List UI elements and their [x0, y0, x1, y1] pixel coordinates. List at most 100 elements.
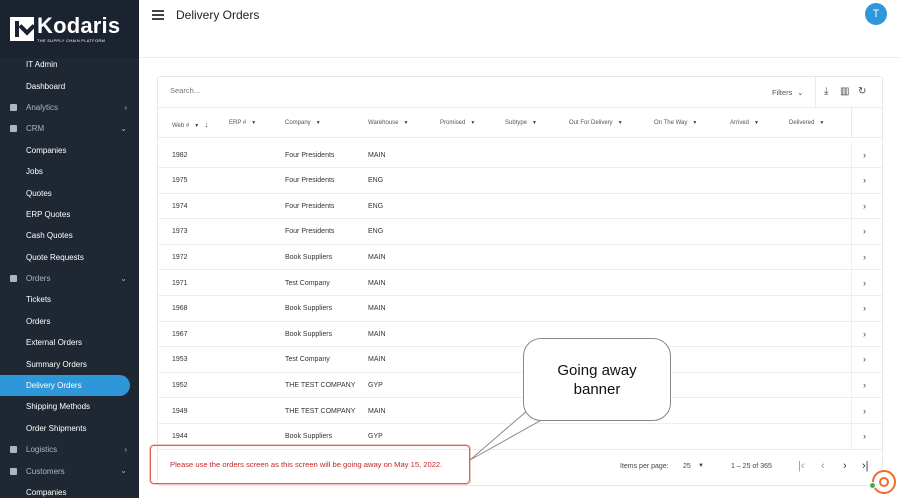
sidebar-item-orders[interactable]: Orders: [0, 311, 139, 332]
chevron-right-icon[interactable]: ›: [863, 329, 866, 339]
going-away-banner: Please use the orders screen as this scr…: [150, 445, 470, 484]
cell-company: Book Suppliers: [285, 305, 333, 313]
table-row[interactable]: 1952 THE TEST COMPANY GYP ›: [158, 372, 882, 399]
sidebar-nav: IT Admin Dashboard Analytics › CRM ⌄ Companies…: [0, 54, 139, 498]
column-header-label: Delivered: [789, 120, 815, 126]
table-row[interactable]: 1968 Book Suppliers MAIN ›: [158, 296, 882, 322]
cell-warehouse: MAIN: [368, 330, 386, 338]
cell-web: 1968: [172, 305, 188, 313]
table-row[interactable]: 1982 Four Presidents MAIN ›: [158, 142, 882, 169]
table-row[interactable]: 1974 Four Presidents ENG ›: [158, 193, 882, 220]
column-header-warehouse[interactable]: Warehouse ▼: [368, 120, 408, 126]
row-divider: [851, 168, 852, 193]
cell-company: Book Suppliers: [285, 433, 333, 441]
next-page-icon[interactable]: ›: [843, 460, 847, 472]
chevron-right-icon[interactable]: ›: [863, 252, 866, 262]
page-title: Delivery Orders: [176, 8, 260, 22]
download-icon[interactable]: ⤓: [824, 86, 828, 97]
sidebar-item-customers[interactable]: Customers ⌄: [0, 460, 139, 481]
chevron-right-icon[interactable]: ›: [863, 406, 866, 416]
caret-down-icon[interactable]: ▼: [251, 120, 256, 126]
previous-page-icon[interactable]: ‹: [821, 460, 825, 472]
last-page-icon[interactable]: ›|: [862, 460, 869, 472]
sidebar-item-jobs[interactable]: Jobs: [0, 161, 139, 182]
caret-down-icon[interactable]: ▼: [698, 463, 704, 469]
chevron-right-icon[interactable]: ›: [863, 175, 866, 185]
sidebar-item-orders[interactable]: Orders ⌄: [0, 268, 139, 289]
caret-down-icon[interactable]: ▼: [692, 120, 697, 126]
column-header-company[interactable]: Company ▼: [285, 120, 321, 126]
sidebar-item-label: CRM: [26, 124, 45, 134]
column-header-delivered[interactable]: Delivered ▼: [789, 120, 824, 126]
table-row[interactable]: 1967 Book Suppliers MAIN ›: [158, 321, 882, 348]
sort-arrow-icon[interactable]: ↓: [204, 120, 208, 129]
sidebar-item-dashboard[interactable]: Dashboard: [0, 75, 139, 96]
sidebar-item-label: Logistics: [26, 445, 58, 455]
caret-down-icon[interactable]: ▼: [618, 120, 623, 126]
columns-icon[interactable]: ▥: [840, 86, 849, 97]
refresh-icon[interactable]: ↻: [858, 86, 866, 97]
caret-down-icon[interactable]: ▼: [194, 123, 199, 129]
caret-down-icon[interactable]: ▼: [754, 120, 759, 126]
column-header-out-for-delivery[interactable]: Out For Delivery ▼: [569, 120, 623, 126]
sidebar-item-quotes[interactable]: Quotes: [0, 182, 139, 203]
table-row[interactable]: 1971 Test Company MAIN ›: [158, 270, 882, 297]
sidebar-item-external-orders[interactable]: External Orders: [0, 332, 139, 353]
chevron-right-icon[interactable]: ›: [863, 201, 866, 211]
cell-web: 1982: [172, 151, 188, 159]
table-row[interactable]: 1975 Four Presidents ENG ›: [158, 168, 882, 194]
column-header-promised[interactable]: Promised ▼: [440, 120, 475, 126]
column-header-on-the-way[interactable]: On The Way ▼: [654, 120, 697, 126]
caret-down-icon[interactable]: ▼: [532, 120, 537, 126]
table-row[interactable]: 1953 Test Company MAIN ›: [158, 347, 882, 373]
column-header-web[interactable]: Web # ▼ ↓: [172, 120, 208, 129]
chevron-right-icon[interactable]: ›: [863, 354, 866, 364]
sidebar-item-summary-orders[interactable]: Summary Orders: [0, 353, 139, 374]
column-header-erp[interactable]: ERP # ▼: [229, 120, 256, 126]
column-header-arrived[interactable]: Arrived ▼: [730, 120, 759, 126]
items-per-page-select[interactable]: 25: [683, 463, 691, 470]
cell-company: Four Presidents: [285, 177, 335, 185]
sidebar-item-analytics[interactable]: Analytics ›: [0, 97, 139, 118]
avatar[interactable]: T: [865, 3, 887, 25]
sidebar-item-erp-quotes[interactable]: ERP Quotes: [0, 204, 139, 225]
menu-icon[interactable]: [152, 10, 164, 20]
chevron-right-icon[interactable]: ›: [863, 278, 866, 288]
chat-icon[interactable]: [872, 470, 896, 494]
chevron-right-icon[interactable]: ›: [863, 303, 866, 313]
sidebar-item-cash-quotes[interactable]: Cash Quotes: [0, 225, 139, 246]
sidebar-item-shipping-methods[interactable]: Shipping Methods: [0, 396, 139, 417]
crm-icon: [10, 125, 17, 133]
table-row[interactable]: 1949 THE TEST COMPANY MAIN ›: [158, 398, 882, 425]
chevron-right-icon[interactable]: ›: [863, 431, 866, 441]
cell-web: 1973: [172, 228, 188, 236]
table-row[interactable]: 1973 Four Presidents ENG ›: [158, 219, 882, 245]
first-page-icon[interactable]: |‹: [798, 460, 805, 472]
sidebar-item-delivery-orders[interactable]: Delivery Orders: [0, 374, 130, 397]
sidebar-item-companies[interactable]: Companies: [0, 482, 139, 498]
caret-down-icon[interactable]: ▼: [403, 120, 408, 126]
analytics-icon: [10, 103, 17, 111]
chevron-right-icon[interactable]: ›: [863, 226, 866, 236]
cell-company: Book Suppliers: [285, 330, 333, 338]
chevron-right-icon[interactable]: ›: [863, 150, 866, 160]
logistics-icon: [10, 446, 17, 454]
chevron-right-icon[interactable]: ›: [863, 380, 866, 390]
sidebar-item-crm[interactable]: CRM ⌄: [0, 118, 139, 139]
filters-button[interactable]: Filters ⌄: [772, 88, 803, 97]
brand-logo[interactable]: Kodaris THE SUPPLY CHAIN PLATFORM: [0, 0, 139, 58]
sidebar-item-tickets[interactable]: Tickets: [0, 289, 139, 310]
sidebar-item-it-admin[interactable]: IT Admin: [0, 54, 139, 75]
sidebar-item-logistics[interactable]: Logistics ›: [0, 439, 139, 460]
sidebar-item-order-shipments[interactable]: Order Shipments: [0, 418, 139, 439]
caret-down-icon[interactable]: ▼: [470, 120, 475, 126]
column-header-subtype[interactable]: Subtype ▼: [505, 120, 537, 126]
search-input[interactable]: [170, 86, 570, 95]
sidebar-item-companies[interactable]: Companies: [0, 140, 139, 161]
caret-down-icon[interactable]: ▼: [819, 120, 824, 126]
cell-warehouse: ENG: [368, 177, 384, 185]
caret-down-icon[interactable]: ▼: [316, 120, 321, 126]
sidebar-item-quote-requests[interactable]: Quote Requests: [0, 247, 139, 268]
table-row[interactable]: 1972 Book Suppliers MAIN ›: [158, 244, 882, 271]
row-divider: [851, 219, 852, 244]
